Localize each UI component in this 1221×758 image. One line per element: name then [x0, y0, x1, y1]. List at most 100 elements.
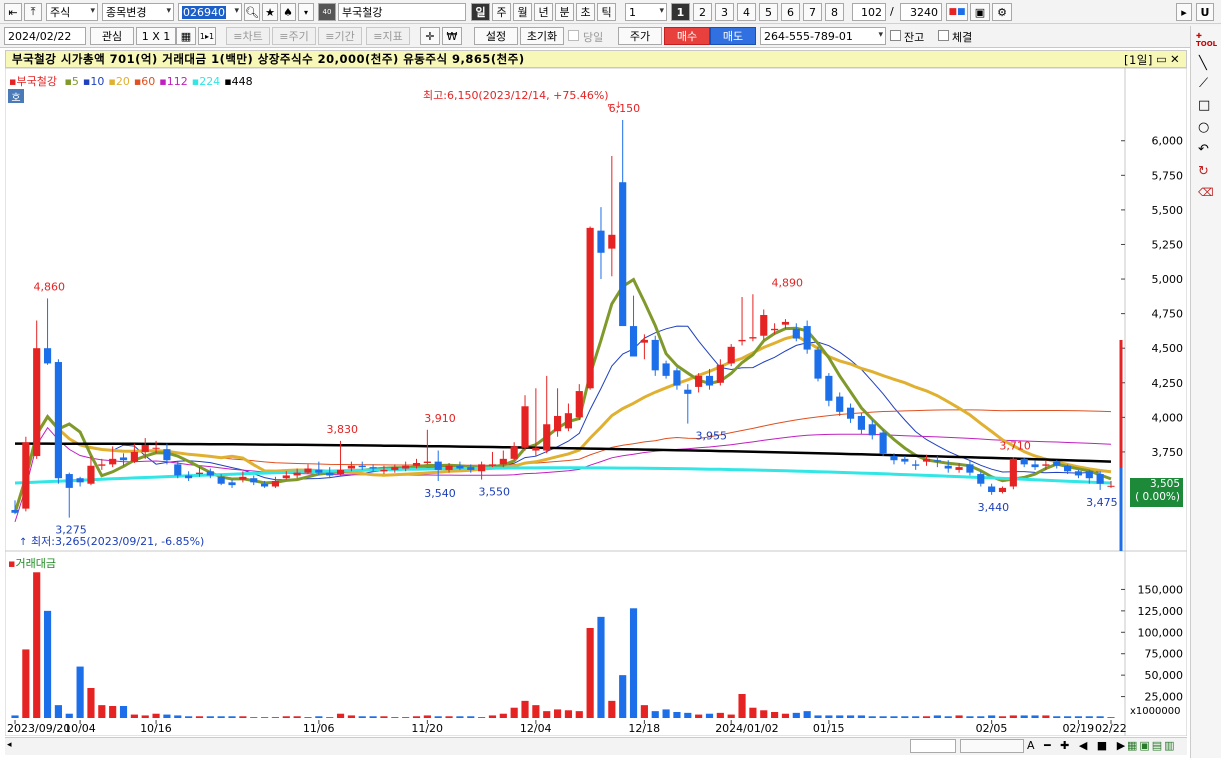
chart-area[interactable]: 6,000 5,750 5,500 5,250 5,000 4,750 4,500 4,250…: [5, 68, 1187, 736]
watch-button[interactable]: 관심: [90, 27, 134, 45]
redo-icon[interactable]: ↻: [1198, 164, 1209, 179]
volume-bar: [282, 716, 290, 718]
window-minimize-icon[interactable]: ▭: [1156, 52, 1167, 66]
candle-body: [261, 483, 269, 487]
chevron-down-icon: ▾: [878, 30, 883, 40]
period-button-4[interactable]: 분: [555, 3, 574, 21]
gear-icon[interactable]: ⚙: [992, 3, 1012, 21]
crosshair-icon[interactable]: ✛: [420, 27, 440, 45]
ratio-icon[interactable]: 40: [318, 3, 336, 21]
scroll-left-icon[interactable]: ◂: [7, 740, 12, 750]
trendline-icon[interactable]: ⟋: [1199, 76, 1208, 91]
circle-tool-icon[interactable]: ○: [1198, 120, 1209, 135]
line-tool-icon[interactable]: ╲: [1199, 56, 1207, 71]
calculator-icon[interactable]: ▦: [176, 27, 196, 45]
period-button-0[interactable]: 일: [471, 3, 490, 21]
zoom-controls[interactable]: A ━ ✚ ◀ ■ ▶: [1027, 739, 1128, 752]
count-input[interactable]: 102: [852, 3, 886, 21]
won-button[interactable]: ₩: [442, 27, 462, 45]
layout-button[interactable]: 1 X 1: [136, 27, 176, 45]
period-button-5[interactable]: 초: [576, 3, 595, 21]
quick-number-button-6[interactable]: 7: [803, 3, 822, 21]
price-button[interactable]: 주가: [618, 27, 662, 45]
cycle-button[interactable]: ≡주기: [272, 27, 316, 45]
chart-button[interactable]: ≡차트: [226, 27, 270, 45]
erase-all-icon[interactable]: ⌫: [1198, 186, 1214, 199]
settings-button[interactable]: 설정: [474, 27, 518, 45]
y-tick-label: 5,750: [1152, 169, 1184, 182]
candle-body: [619, 182, 627, 327]
count-separator: /: [890, 5, 894, 18]
candle-body: [521, 406, 529, 448]
candle-body: [749, 337, 757, 339]
period-button-3[interactable]: 년: [534, 3, 553, 21]
period-button-2[interactable]: 월: [513, 3, 532, 21]
zoom-slider[interactable]: [960, 739, 1024, 753]
volume-unit: x1000000: [1130, 706, 1181, 717]
buy-button[interactable]: 매수: [664, 27, 710, 45]
reset-button[interactable]: 초기화: [520, 27, 564, 45]
candle-body: [43, 348, 52, 364]
change-stock-select[interactable]: 종목변경 ▾: [102, 3, 174, 21]
spade-icon[interactable]: ♠: [280, 3, 296, 21]
sell-button[interactable]: 매도: [710, 27, 756, 45]
volume-bar: [1020, 715, 1028, 718]
quick-number-button-1[interactable]: 2: [693, 3, 712, 21]
quick-number-button-0[interactable]: 1: [671, 3, 690, 21]
tool-icon[interactable]: ✚ TOOL: [1196, 32, 1217, 48]
candle-body: [966, 464, 974, 473]
period-value-select[interactable]: 1 ▾: [625, 3, 667, 21]
market-select[interactable]: 주식 ▾: [46, 3, 98, 21]
period-button-6[interactable]: 틱: [597, 3, 616, 21]
legend-item-1: ▪10: [82, 75, 105, 88]
user-icon[interactable]: U: [1196, 3, 1214, 21]
toggle-icon[interactable]: ▾: [298, 3, 314, 21]
upload-icon[interactable]: ⤒: [24, 3, 42, 21]
quick-number-button-3[interactable]: 4: [737, 3, 756, 21]
star-icon[interactable]: ★: [262, 3, 278, 21]
undo-icon[interactable]: ↶: [1198, 142, 1209, 157]
market-select-value: 주식: [50, 6, 71, 19]
period-button-1[interactable]: 주: [492, 3, 511, 21]
pin-icon[interactable]: ⇤: [4, 3, 22, 21]
indicator-button[interactable]: ≡지표: [366, 27, 410, 45]
filled-checkbox[interactable]: [938, 30, 949, 41]
candle-body: [662, 363, 670, 376]
y-tick-label: 5,500: [1152, 204, 1184, 217]
candle-body: [347, 465, 355, 469]
second-toolbar: 2024/02/22 관심 1 X 1 ▦ 1▸1 ≡차트 ≡주기 ≡기간 ≡지…: [0, 24, 1221, 48]
volume-bar: [792, 712, 800, 718]
volume-bar: [640, 705, 648, 718]
quick-number-button-5[interactable]: 6: [781, 3, 800, 21]
candle-body: [901, 458, 909, 462]
legend-item-2: ▪20: [108, 75, 130, 88]
account-select[interactable]: 264-555-789-01 ▾: [760, 27, 886, 45]
x-tick-label: 02/19: [1062, 722, 1094, 735]
stock-code-input[interactable]: 026940 ▾: [178, 3, 242, 21]
hoga-button[interactable]: 호: [8, 89, 24, 104]
today-checkbox[interactable]: [568, 30, 579, 41]
volume-bar: [716, 712, 724, 718]
balance-checkbox[interactable]: [890, 30, 901, 41]
scrollbar-thumb[interactable]: [910, 739, 956, 753]
candle-body: [22, 442, 30, 509]
date-input[interactable]: 2024/02/22: [4, 27, 86, 45]
chart-frame: [5, 68, 1187, 736]
candle-body: [564, 413, 573, 429]
volume-bar: [185, 716, 193, 718]
candle-body: [11, 510, 19, 513]
quick-number-button-2[interactable]: 3: [715, 3, 734, 21]
search-icon[interactable]: 🔍︎: [244, 3, 260, 21]
quick-number-button-7[interactable]: 8: [825, 3, 844, 21]
volume-bar: [738, 694, 746, 718]
range-button[interactable]: ≡기간: [318, 27, 362, 45]
layout-one-button[interactable]: 1▸1: [198, 27, 216, 45]
expand-right-icon[interactable]: ▸: [1176, 3, 1192, 21]
volume-bar: [1053, 716, 1061, 718]
quick-number-button-4[interactable]: 5: [759, 3, 778, 21]
export-icons[interactable]: ▦▣▤▥: [1127, 739, 1177, 752]
rectangle-tool-icon[interactable]: □: [1198, 98, 1210, 113]
grid-color-icon[interactable]: ■ ■: [946, 3, 968, 21]
window-close-icon[interactable]: ✕: [1170, 52, 1180, 66]
save-icon[interactable]: ▣: [970, 3, 990, 21]
